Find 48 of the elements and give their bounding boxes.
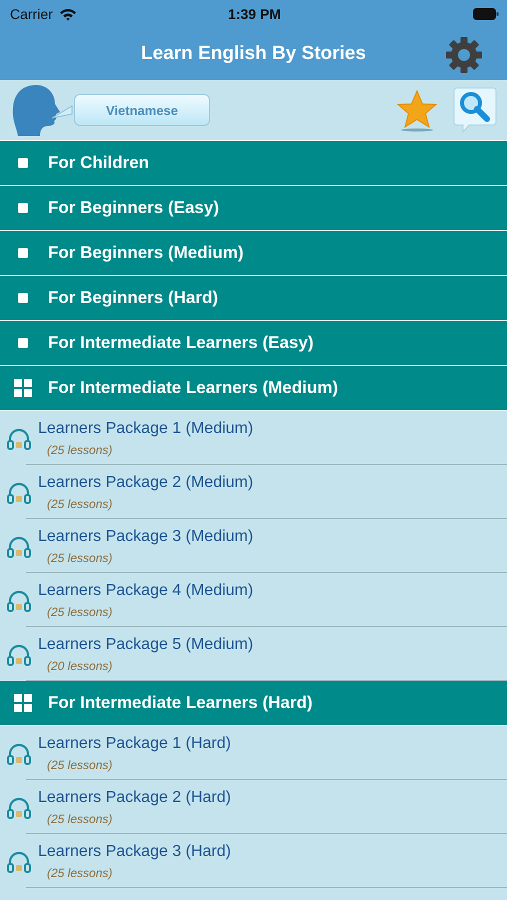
package-title: Learners Package 2 (Medium) (38, 474, 254, 492)
clock-time: 1:39 PM (228, 6, 281, 22)
package-row[interactable]: Learners Package 3 (Medium) (25 lessons) (0, 519, 507, 573)
package-title: Learners Package 1 (Hard) (38, 735, 231, 753)
category-header[interactable]: For Children (0, 141, 507, 186)
headphones-icon (6, 741, 32, 767)
search-icon[interactable] (453, 86, 497, 134)
lesson-count: (25 lessons) (47, 551, 114, 565)
package-row[interactable]: Learners Package 3 (Hard) (25 lessons) (0, 834, 507, 888)
package-title: Learners Package 5 (Medium) (38, 636, 254, 654)
wifi-icon (58, 8, 77, 20)
package-title: Learners Package 3 (Hard) (38, 843, 231, 861)
lesson-count: (25 lessons) (47, 758, 114, 772)
app-title: Learn English By Stories (141, 43, 366, 65)
package-row[interactable]: Learners Package 2 (Medium) (25 lessons) (0, 465, 507, 519)
package-title: Learners Package 1 (Medium) (38, 420, 254, 438)
settings-icon[interactable] (445, 36, 483, 74)
headphones-icon (6, 426, 32, 452)
headphones-icon (6, 795, 32, 821)
lesson-count: (25 lessons) (47, 497, 114, 511)
package-title: Learners Package 3 (Medium) (38, 528, 254, 546)
category-header[interactable]: For Beginners (Easy) (0, 186, 507, 231)
headphones-icon (6, 849, 32, 875)
package-row[interactable]: Learners Package 1 (Hard) (25 lessons) (0, 726, 507, 780)
battery-icon (473, 8, 499, 20)
lesson-count: (20 lessons) (47, 659, 114, 673)
star-icon[interactable] (395, 88, 439, 132)
package-row[interactable]: Learners Package 1 (Medium) (25 lessons) (0, 411, 507, 465)
lesson-count: (25 lessons) (47, 443, 114, 457)
speaking-head-icon (10, 82, 74, 138)
package-row[interactable]: Learners Package 2 (Hard) (25 lessons) (0, 780, 507, 834)
package-row[interactable]: Learners Package 4 (Medium) (25 lessons) (0, 573, 507, 627)
language-button[interactable]: Vietnamese (74, 94, 210, 126)
category-header[interactable]: For Intermediate Learners (Hard) (0, 681, 507, 726)
headphones-icon (6, 642, 32, 668)
lesson-count: (25 lessons) (47, 866, 114, 880)
headphones-icon (6, 588, 32, 614)
lesson-count: (25 lessons) (47, 605, 114, 619)
category-header[interactable]: For Beginners (Medium) (0, 231, 507, 276)
lesson-count: (25 lessons) (47, 812, 114, 826)
package-title: Learners Package 4 (Medium) (38, 582, 254, 600)
headphones-icon (6, 534, 32, 560)
carrier-label: Carrier (10, 6, 53, 22)
headphones-icon (6, 480, 32, 506)
category-header[interactable]: For Intermediate Learners (Easy) (0, 321, 507, 366)
package-title: Learners Package 2 (Hard) (38, 789, 231, 807)
category-header[interactable]: For Intermediate Learners (Medium) (0, 366, 507, 411)
category-header[interactable]: For Beginners (Hard) (0, 276, 507, 321)
